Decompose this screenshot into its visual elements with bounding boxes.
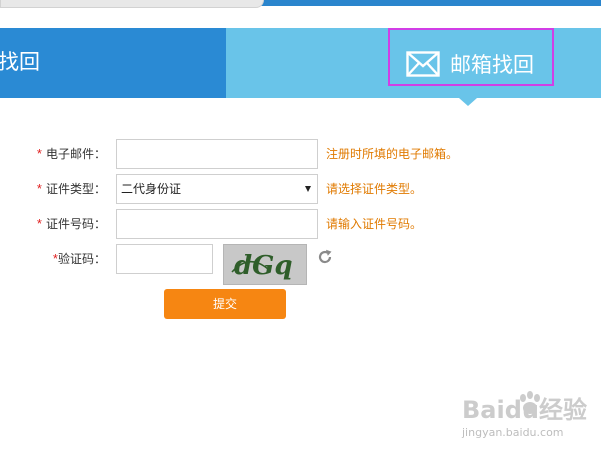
- email-hint: 注册时所填的电子邮箱。: [326, 147, 459, 161]
- dropdown-arrow-icon: [305, 186, 311, 192]
- watermark-url: jingyan.baidu.com: [462, 426, 564, 439]
- id-type-row: * 证件类型： 二代身份证 请选择证件类型。: [0, 174, 601, 204]
- id-number-label: * 证件号码：: [36, 216, 106, 231]
- id-number-field[interactable]: [116, 209, 318, 239]
- annotation-highlight-box: [388, 28, 554, 86]
- tab-phone-recovery[interactable]: 找回: [0, 28, 226, 98]
- id-type-label: * 证件类型：: [36, 181, 106, 196]
- captcha-row: *验证码： dGq: [0, 244, 601, 285]
- top-bar: [0, 0, 601, 28]
- id-number-row: * 证件号码： 请输入证件号码。: [0, 209, 601, 239]
- required-mark: *: [36, 146, 42, 161]
- id-type-select[interactable]: 二代身份证: [116, 174, 318, 204]
- required-mark: *: [36, 181, 42, 196]
- email-row: * 电子邮件： 注册时所填的电子邮箱。: [0, 139, 601, 169]
- id-type-hint: 请选择证件类型。: [326, 182, 423, 196]
- captcha-glyphs: dGq: [231, 251, 293, 281]
- submit-button[interactable]: 提交: [164, 289, 286, 319]
- tab-phone-label: 找回: [0, 51, 40, 74]
- active-tab-pointer: [459, 98, 477, 106]
- required-mark: *: [36, 216, 42, 231]
- id-type-selected: 二代身份证: [121, 182, 182, 196]
- email-label: * 电子邮件：: [36, 146, 106, 161]
- top-grey-tab: [0, 0, 264, 8]
- refresh-icon[interactable]: [317, 249, 333, 265]
- captcha-field[interactable]: [116, 244, 213, 274]
- captcha-label: *验证码：: [52, 251, 106, 266]
- captcha-image[interactable]: dGq: [223, 244, 307, 285]
- id-number-hint: 请输入证件号码。: [326, 217, 423, 231]
- email-field[interactable]: [116, 139, 318, 169]
